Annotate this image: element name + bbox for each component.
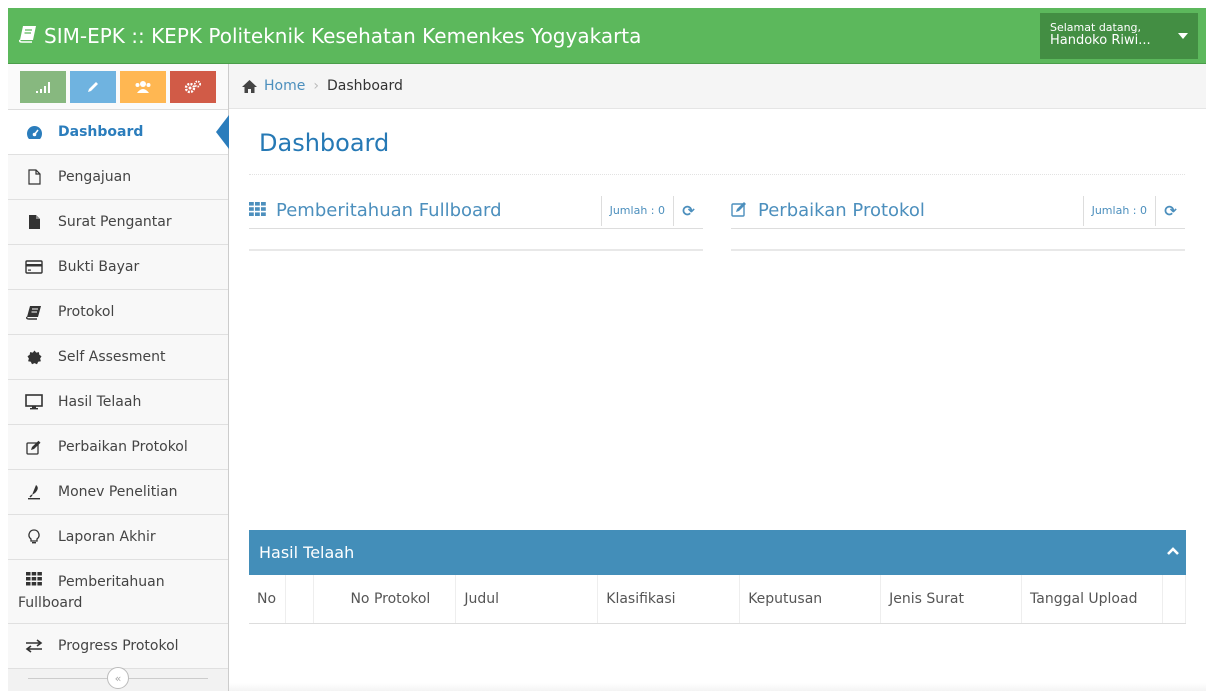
- app-title: SIM-EPK :: KEPK Politeknik Kesehatan Kem…: [44, 23, 642, 48]
- signal-icon[interactable]: [20, 70, 66, 103]
- file-outline-icon: [24, 169, 44, 185]
- sidebar-item-dashboard[interactable]: Dashboard: [8, 110, 229, 155]
- user-name: Handoko Riwi...: [1050, 33, 1151, 49]
- sidebar-item-label: Laporan Akhir: [58, 529, 156, 545]
- sidebar-item-label: Perbaikan Protokol: [58, 439, 188, 455]
- sidebar-item-perbaikan-protokol[interactable]: Perbaikan Protokol: [8, 425, 228, 470]
- refresh-icon[interactable]: ⟳: [1155, 195, 1185, 226]
- pencil-icon[interactable]: [70, 70, 116, 103]
- file-icon: [24, 214, 44, 230]
- collapse-sidebar-button[interactable]: «: [107, 667, 129, 689]
- sidebar-item-label: Progress Protokol: [58, 638, 179, 654]
- column-header[interactable]: Judul: [455, 575, 599, 624]
- column-header[interactable]: [285, 575, 315, 624]
- book-icon: [18, 24, 38, 48]
- column-header[interactable]: Jenis Surat: [880, 575, 1023, 624]
- sidebar-item-self-assesment[interactable]: Self Assesment: [8, 335, 228, 380]
- home-icon: [241, 79, 258, 94]
- sidebar-shortcuts: [8, 64, 228, 110]
- user-menu[interactable]: Selamat datang, Handoko Riwi...: [1040, 12, 1198, 59]
- widget-perbaikan-protokol: Perbaikan Protokol Jumlah : 0 ⟳: [731, 193, 1185, 251]
- dashboard-icon: [24, 125, 44, 140]
- sidebar-item-label: Pengajuan: [58, 169, 132, 185]
- sidebar-item-label: Monev Penelitian: [58, 484, 178, 500]
- column-header[interactable]: Klasifikasi: [597, 575, 741, 624]
- breadcrumb-home-link[interactable]: Home: [241, 78, 305, 94]
- edit-icon: [731, 201, 748, 221]
- column-header[interactable]: No: [249, 575, 287, 624]
- widget-body: [249, 229, 703, 251]
- column-header[interactable]: Tanggal Upload: [1021, 575, 1163, 624]
- credit-card-icon: [24, 260, 44, 274]
- caret-down-icon: [1178, 32, 1188, 39]
- count-badge: Jumlah : 0: [1082, 195, 1155, 226]
- top-navbar: SIM-EPK :: KEPK Politeknik Kesehatan Kem…: [8, 8, 1206, 64]
- divider: [249, 174, 1185, 175]
- sidebar-item-monev-penelitian[interactable]: Monev Penelitian: [8, 470, 228, 515]
- sidebar-item-label: Dashboard: [58, 124, 144, 140]
- main-content: Dashboard Pemberitahuan Fullboard Jumlah…: [229, 109, 1206, 691]
- breadcrumb-separator: ›: [313, 78, 319, 94]
- sidebar-item-pemberitahuan-fullboard[interactable]: Pemberitahuan Fullboard: [8, 560, 228, 624]
- widget-title-text: Pemberitahuan Fullboard: [276, 200, 502, 221]
- panel-title: Hasil Telaah: [259, 543, 355, 562]
- th-grid-icon: [24, 572, 44, 586]
- sidebar-item-bukti-bayar[interactable]: Bukti Bayar: [8, 245, 228, 290]
- users-icon[interactable]: [120, 70, 166, 103]
- lightbulb-icon: [24, 529, 44, 545]
- sidebar-collapse: «: [8, 665, 228, 691]
- widget-title-text: Perbaikan Protokol: [758, 200, 925, 221]
- sidebar-item-hasil-telaah[interactable]: Hasil Telaah: [8, 380, 228, 425]
- widget-pemberitahuan-fullboard: Pemberitahuan Fullboard Jumlah : 0 ⟳: [249, 193, 703, 251]
- eyedropper-icon: [24, 484, 44, 500]
- exchange-icon: [24, 639, 44, 653]
- breadcrumb-current: Dashboard: [326, 78, 403, 94]
- sidebar-item-pengajuan[interactable]: Pengajuan: [8, 155, 228, 200]
- sidebar-item-laporan-akhir[interactable]: Laporan Akhir: [8, 515, 228, 560]
- th-grid-icon: [249, 201, 266, 220]
- certificate-icon: [24, 350, 44, 365]
- sidebar-item-label: Hasil Telaah: [58, 394, 142, 410]
- sidebar-item-label: Self Assesment: [58, 349, 166, 365]
- hasil-telaah-panel: Hasil Telaah No No Protokol Judul Klasif…: [249, 530, 1187, 624]
- sidebar-item-label: Bukti Bayar: [58, 259, 140, 275]
- sidebar-item-protokol[interactable]: Protokol: [8, 290, 228, 335]
- desktop-icon: [24, 394, 44, 410]
- bottom-edge: [229, 683, 1206, 691]
- sidebar: Dashboard Pengajuan Surat Pengantar Bukt…: [8, 64, 229, 691]
- breadcrumb: Home › Dashboard: [229, 64, 1206, 109]
- chevron-up-icon[interactable]: [1160, 545, 1186, 560]
- column-header[interactable]: No Protokol: [313, 575, 457, 624]
- page-title: Dashboard: [259, 129, 390, 157]
- breadcrumb-home-label: Home: [264, 78, 306, 94]
- widget-title: Pemberitahuan Fullboard: [249, 200, 601, 221]
- book-icon: [24, 305, 44, 320]
- widget-body: [731, 229, 1185, 251]
- refresh-icon[interactable]: ⟳: [673, 195, 703, 226]
- panel-header: Hasil Telaah: [249, 530, 1186, 575]
- hasil-telaah-table: No No Protokol Judul Klasifikasi Keputus…: [249, 575, 1187, 624]
- sidebar-item-label: Surat Pengantar: [58, 214, 172, 230]
- sidebar-item-progress-protokol[interactable]: Progress Protokol: [8, 624, 228, 669]
- count-badge: Jumlah : 0: [600, 195, 673, 226]
- column-header: [1162, 575, 1187, 624]
- app-brand[interactable]: SIM-EPK :: KEPK Politeknik Kesehatan Kem…: [8, 24, 1040, 48]
- sidebar-item-surat-pengantar[interactable]: Surat Pengantar: [8, 200, 228, 245]
- column-header[interactable]: Keputusan: [739, 575, 882, 624]
- cogs-icon[interactable]: [170, 70, 216, 103]
- table-header-row: No No Protokol Judul Klasifikasi Keputus…: [249, 575, 1187, 624]
- edit-icon: [24, 440, 44, 455]
- widget-title: Perbaikan Protokol: [731, 200, 1083, 221]
- sidebar-item-label: Protokol: [58, 304, 115, 320]
